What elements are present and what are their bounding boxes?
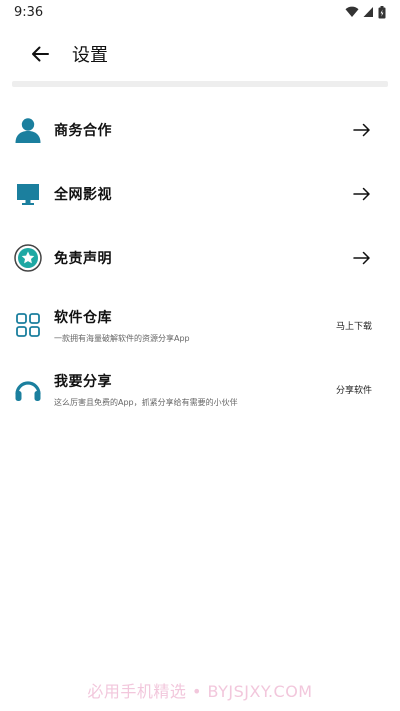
watermark: 必用手机精选 • BYJSJXY.COM — [87, 682, 313, 701]
settings-item-software-store[interactable]: 软件仓库 一款拥有海量破解软件的资源分享App 马上下载 — [0, 293, 400, 357]
settings-item-subtitle: 这么厉害且免费的App，抓紧分享给有需要的小伙伴 — [54, 397, 238, 407]
wifi-icon — [345, 6, 359, 17]
arrow-right-icon — [352, 248, 372, 268]
share-software-link[interactable]: 分享软件 — [336, 383, 372, 396]
settings-item-label: 全网影视 — [54, 187, 112, 203]
download-now-link[interactable]: 马上下载 — [336, 319, 372, 332]
settings-item-business[interactable]: 商务合作 — [0, 98, 400, 162]
status-time: 9:36 — [14, 4, 44, 20]
header-divider — [12, 81, 388, 87]
settings-item-disclaimer[interactable]: 免责声明 — [0, 226, 400, 290]
headphones-icon — [14, 375, 42, 403]
signal-icon — [363, 7, 373, 17]
settings-item-label: 软件仓库 — [54, 309, 112, 326]
star-badge-icon — [14, 244, 42, 272]
settings-item-label: 商务合作 — [54, 123, 112, 139]
back-button[interactable] — [20, 34, 60, 74]
arrow-right-icon — [352, 184, 372, 204]
system-icons — [345, 5, 386, 19]
app-bar: 设置 — [0, 30, 400, 78]
user-icon — [14, 116, 42, 144]
settings-item-label: 免责声明 — [54, 251, 112, 267]
page-title: 设置 — [72, 45, 108, 66]
settings-item-label: 我要分享 — [54, 373, 112, 390]
monitor-icon — [14, 180, 42, 208]
grid-icon — [14, 311, 42, 339]
settings-item-share[interactable]: 我要分享 这么厉害且免费的App，抓紧分享给有需要的小伙伴 分享软件 — [0, 357, 400, 421]
battery-icon — [378, 5, 386, 18]
status-bar: 9:36 — [0, 0, 400, 24]
settings-item-subtitle: 一款拥有海量破解软件的资源分享App — [54, 333, 190, 343]
arrow-left-icon — [32, 46, 49, 62]
settings-item-videos[interactable]: 全网影视 — [0, 162, 400, 226]
arrow-right-icon — [352, 120, 372, 140]
